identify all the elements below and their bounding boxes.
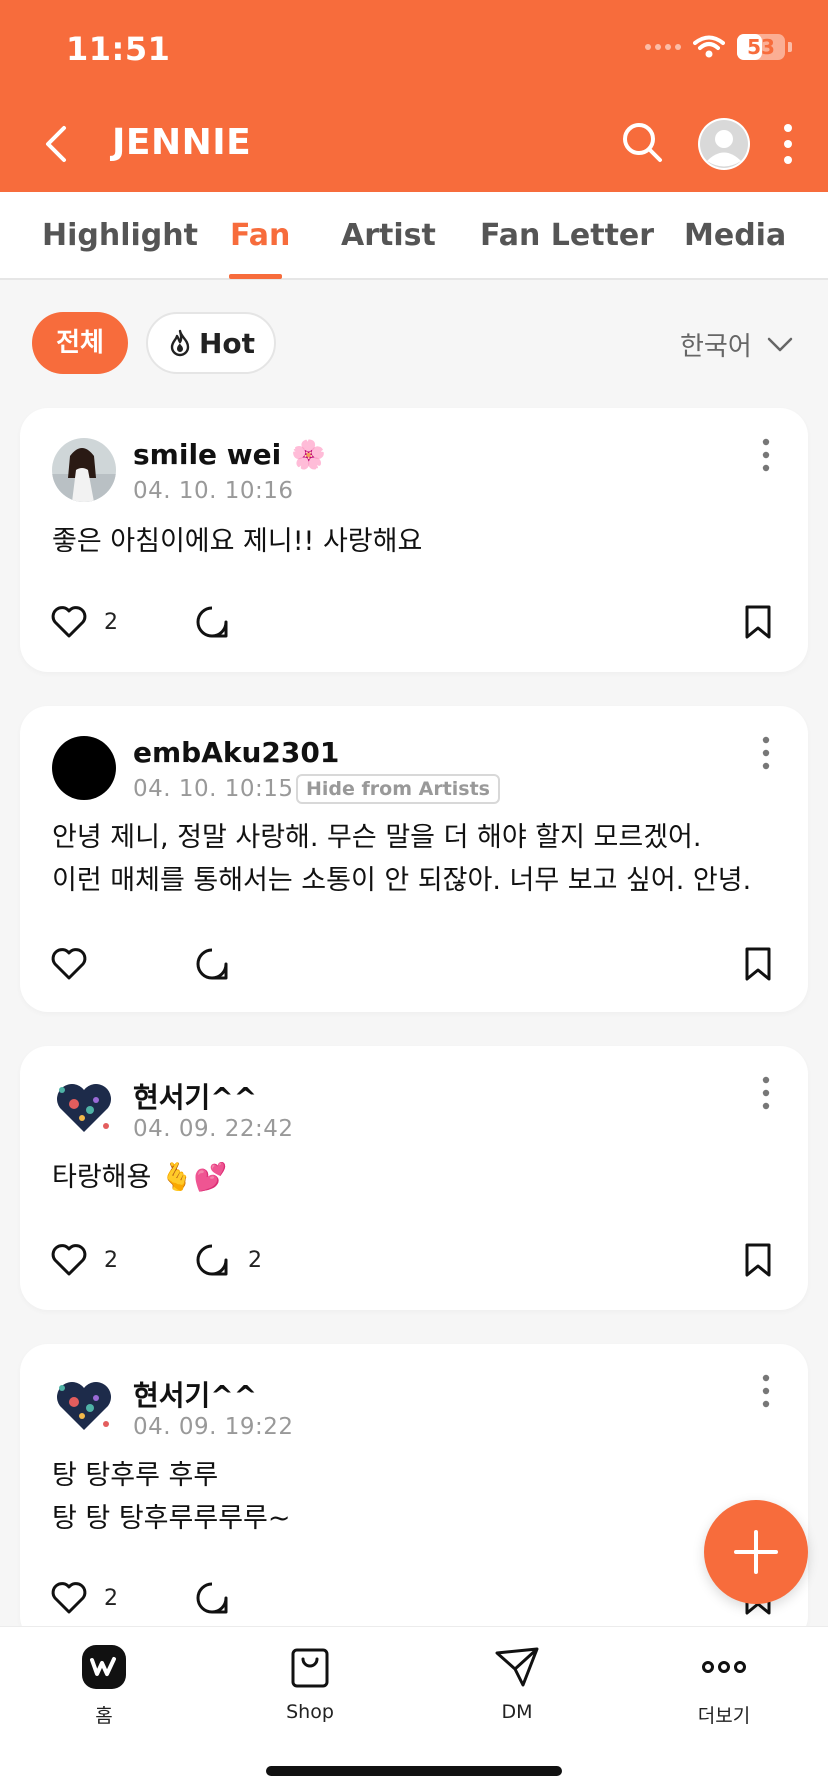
search-icon[interactable]: [620, 120, 664, 164]
shop-bag-icon: [291, 1648, 329, 1688]
comment-icon[interactable]: [194, 1580, 230, 1616]
heart-icon[interactable]: [50, 604, 88, 640]
comment-count: 2: [248, 1248, 262, 1273]
active-tab-indicator: [229, 274, 282, 279]
language-select[interactable]: 한국어: [680, 326, 794, 363]
user-avatar[interactable]: [52, 1076, 116, 1140]
post-more-icon[interactable]: [758, 438, 774, 472]
bookmark-icon[interactable]: [742, 604, 774, 640]
post-timestamp: 04. 10. 10:16: [133, 478, 294, 504]
post-actions: [20, 940, 808, 988]
language-label: 한국어: [680, 332, 752, 362]
comment-icon[interactable]: [194, 946, 230, 982]
flame-icon: [170, 329, 190, 357]
post-actions: 2: [20, 1574, 808, 1622]
default-avatar-icon: [700, 120, 748, 168]
post-author[interactable]: embAku2301: [133, 736, 339, 769]
comment-icon[interactable]: [194, 1242, 230, 1278]
heart-art-avatar-icon: [52, 1076, 116, 1140]
app-header: 11:51 53 JENNIE: [0, 0, 828, 192]
nav-dm-label: DM: [501, 1701, 533, 1723]
post-body: 좋은 아침이에요 제니!! 사랑해요: [52, 520, 422, 563]
filter-all-chip[interactable]: 전체: [32, 312, 128, 374]
nav-shop[interactable]: Shop: [250, 1643, 370, 1723]
like-count: 2: [104, 1586, 118, 1611]
post-timestamp: 04. 09. 22:42: [133, 1116, 294, 1142]
nav-dm[interactable]: DM: [457, 1643, 577, 1723]
filter-hot-label: Hot: [198, 326, 256, 360]
chevron-down-icon: [767, 337, 793, 351]
post-text-line: 이런 매체를 통해서는 소통이 안 되잖아. 너무 보고 싶어. 안녕.: [52, 865, 752, 896]
heart-icon[interactable]: [50, 1242, 88, 1278]
status-time: 11:51: [66, 30, 171, 68]
post-author[interactable]: 현서기^^: [133, 1076, 257, 1116]
filter-hot-chip[interactable]: Hot: [146, 312, 276, 374]
post-body: 안녕 제니, 정말 사랑해. 무슨 말을 더 해야 할지 모르겠어. 이런 매체…: [52, 816, 751, 902]
post-more-icon[interactable]: [758, 1076, 774, 1110]
post-card[interactable]: smile wei 🌸 04. 10. 10:16 좋은 아침이에요 제니!! …: [20, 408, 808, 672]
nav-home-label: 홈: [95, 1705, 113, 1727]
tab-artist[interactable]: Artist: [341, 218, 436, 253]
more-vertical-icon[interactable]: [776, 122, 800, 166]
photo-avatar-icon: [52, 438, 116, 502]
hide-from-artists-badge: Hide from Artists: [296, 774, 500, 804]
nav-more[interactable]: 더보기: [664, 1643, 784, 1728]
nav-more-label: 더보기: [697, 1705, 751, 1727]
user-avatar[interactable]: [52, 438, 116, 502]
more-dots-icon: [702, 1661, 746, 1673]
post-more-icon[interactable]: [758, 736, 774, 770]
post-card[interactable]: 현서기^^ 04. 09. 22:42 타랑해용 🫰💕 2 2: [20, 1046, 808, 1310]
post-text-line: 타랑해용 🫰💕: [52, 1162, 228, 1193]
post-timestamp: 04. 10. 10:15: [133, 776, 294, 802]
page-title: JENNIE: [112, 122, 252, 163]
tab-fan[interactable]: Fan: [230, 218, 290, 253]
post-author[interactable]: 현서기^^: [133, 1374, 257, 1414]
dm-send-icon: [495, 1647, 539, 1687]
like-count: 2: [104, 610, 118, 635]
home-indicator: [266, 1766, 562, 1776]
post-author[interactable]: smile wei 🌸: [133, 438, 326, 471]
nav-home[interactable]: 홈: [44, 1643, 164, 1728]
post-actions: 2 2: [20, 1236, 808, 1284]
post-text-line: 안녕 제니, 정말 사랑해. 무슨 말을 더 해야 할지 모르겠어.: [52, 822, 702, 853]
post-card[interactable]: 현서기^^ 04. 09. 19:22 탕 탕후루 후루 탕 탕 탕후루루루루~…: [20, 1344, 808, 1644]
battery-percent: 53: [747, 35, 775, 59]
battery-icon: 53: [737, 34, 785, 60]
heart-art-avatar-icon: [52, 1374, 116, 1438]
post-text-line: 탕 탕후루 후루: [52, 1460, 219, 1491]
post-body: 타랑해용 🫰💕: [52, 1156, 227, 1199]
like-count: 2: [104, 1248, 118, 1273]
heart-icon[interactable]: [50, 946, 88, 982]
post-actions: 2: [20, 598, 808, 646]
heart-icon[interactable]: [50, 1580, 88, 1616]
bookmark-icon[interactable]: [742, 1242, 774, 1278]
status-icons: 53: [645, 34, 792, 60]
post-more-icon[interactable]: [758, 1374, 774, 1408]
comment-icon[interactable]: [194, 604, 230, 640]
post-text-line: 좋은 아침이에요 제니!! 사랑해요: [52, 526, 423, 557]
back-arrow-icon[interactable]: [38, 124, 78, 164]
tab-media[interactable]: Media: [684, 218, 786, 253]
weverse-home-icon: [82, 1645, 126, 1689]
wifi-icon: [693, 35, 725, 58]
nav-shop-label: Shop: [286, 1701, 334, 1723]
post-timestamp: 04. 09. 19:22: [133, 1414, 294, 1440]
user-avatar[interactable]: [52, 1374, 116, 1438]
tab-fan-letter[interactable]: Fan Letter: [480, 218, 654, 253]
write-post-button[interactable]: [704, 1500, 808, 1604]
tab-highlight[interactable]: Highlight: [42, 218, 198, 253]
post-text-line: 탕 탕 탕후루루루루~: [52, 1503, 291, 1534]
community-tabs: Highlight Fan Artist Fan Letter Media: [0, 192, 828, 280]
profile-avatar-button[interactable]: [698, 118, 750, 170]
post-body: 탕 탕후루 후루 탕 탕 탕후루루루루~: [52, 1454, 291, 1540]
bookmark-icon[interactable]: [742, 946, 774, 982]
post-card[interactable]: embAku2301 04. 10. 10:15 Hide from Artis…: [20, 706, 808, 1012]
signal-icon: [645, 44, 681, 50]
plus-icon: [734, 1530, 778, 1574]
user-avatar[interactable]: [52, 736, 116, 800]
